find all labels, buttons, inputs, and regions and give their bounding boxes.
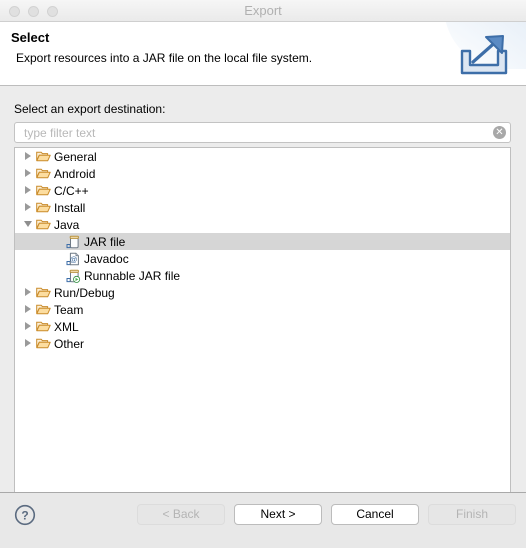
folder-icon <box>36 287 51 298</box>
folder-icon <box>36 338 51 349</box>
clear-filter-icon[interactable]: ✕ <box>493 126 506 139</box>
tree-item-javadoc[interactable]: @ Javadoc <box>15 250 510 267</box>
finish-button[interactable]: Finish <box>428 504 516 525</box>
cancel-button[interactable]: Cancel <box>331 504 419 525</box>
tree-item-install[interactable]: Install <box>15 199 510 216</box>
back-button[interactable]: < Back <box>137 504 225 525</box>
window-title: Export <box>244 3 282 18</box>
chevron-down-icon[interactable] <box>24 220 33 229</box>
tree-item-team[interactable]: Team <box>15 301 510 318</box>
filter-input[interactable] <box>14 122 511 143</box>
folder-icon <box>36 321 51 332</box>
tree-item-label: Run/Debug <box>54 285 115 300</box>
chevron-right-icon[interactable] <box>24 152 33 161</box>
tree-item-android[interactable]: Android <box>15 165 510 182</box>
export-icon <box>444 22 526 83</box>
wizard-body: Select an export destination: ✕ General A… <box>0 86 526 518</box>
tree-item-c-c[interactable]: C/C++ <box>15 182 510 199</box>
tree-item-label: C/C++ <box>54 183 89 198</box>
export-dialog: Export Select Export resources into a JA… <box>0 0 526 548</box>
javadoc-icon: @ <box>66 252 79 265</box>
button-bar: ? < Back Next > Cancel Finish <box>0 492 526 548</box>
svg-text:?: ? <box>21 508 28 522</box>
tree-item-label: Runnable JAR file <box>84 268 181 283</box>
help-icon[interactable]: ? <box>14 504 36 526</box>
tree-item-xml[interactable]: XML <box>15 318 510 335</box>
titlebar: Export <box>0 0 526 22</box>
tree-item-run-debug[interactable]: Run/Debug <box>15 284 510 301</box>
chevron-right-icon[interactable] <box>24 169 33 178</box>
folder-icon <box>36 202 51 213</box>
tree-item-label: Android <box>54 166 96 181</box>
chevron-right-icon[interactable] <box>24 322 33 331</box>
tree-item-label: JAR file <box>84 234 126 249</box>
chevron-right-icon[interactable] <box>24 288 33 297</box>
tree-item-label: Team <box>54 302 84 317</box>
runnable-jar-icon <box>66 269 81 283</box>
tree-item-label: General <box>54 149 97 164</box>
page-description: Export resources into a JAR file on the … <box>16 51 313 65</box>
chevron-right-icon[interactable] <box>24 203 33 212</box>
tree-item-label: XML <box>54 319 79 334</box>
chevron-right-icon[interactable] <box>24 305 33 314</box>
tree-item-label: Other <box>54 336 85 351</box>
tree-item-java[interactable]: Java <box>15 216 510 233</box>
folder-icon <box>36 185 51 196</box>
chevron-right-icon[interactable] <box>24 186 33 195</box>
wizard-header: Select Export resources into a JAR file … <box>0 22 526 86</box>
tree-item-label: Install <box>54 200 86 215</box>
tree-item-general[interactable]: General <box>15 148 510 165</box>
folder-icon <box>36 151 51 162</box>
folder-icon <box>36 304 51 315</box>
jar-file-icon <box>66 235 79 248</box>
tree-item-label: Java <box>54 217 80 232</box>
tree-item-runnable-jar-file[interactable]: Runnable JAR file <box>15 267 510 284</box>
chevron-right-icon[interactable] <box>24 339 33 348</box>
filter-field-wrapper: ✕ <box>14 122 511 143</box>
next-button[interactable]: Next > <box>234 504 322 525</box>
tree-item-jar-file[interactable]: JAR file <box>15 233 510 250</box>
export-destination-tree[interactable]: General Android C/C++ Install Java JAR file @ J… <box>14 147 511 518</box>
page-title: Select <box>11 30 50 45</box>
tree-item-label: Javadoc <box>84 251 129 266</box>
folder-icon <box>36 219 51 230</box>
svg-text:@: @ <box>70 254 78 263</box>
folder-icon <box>36 168 51 179</box>
tree-item-other[interactable]: Other <box>15 335 510 352</box>
destination-label: Select an export destination: <box>14 102 166 116</box>
